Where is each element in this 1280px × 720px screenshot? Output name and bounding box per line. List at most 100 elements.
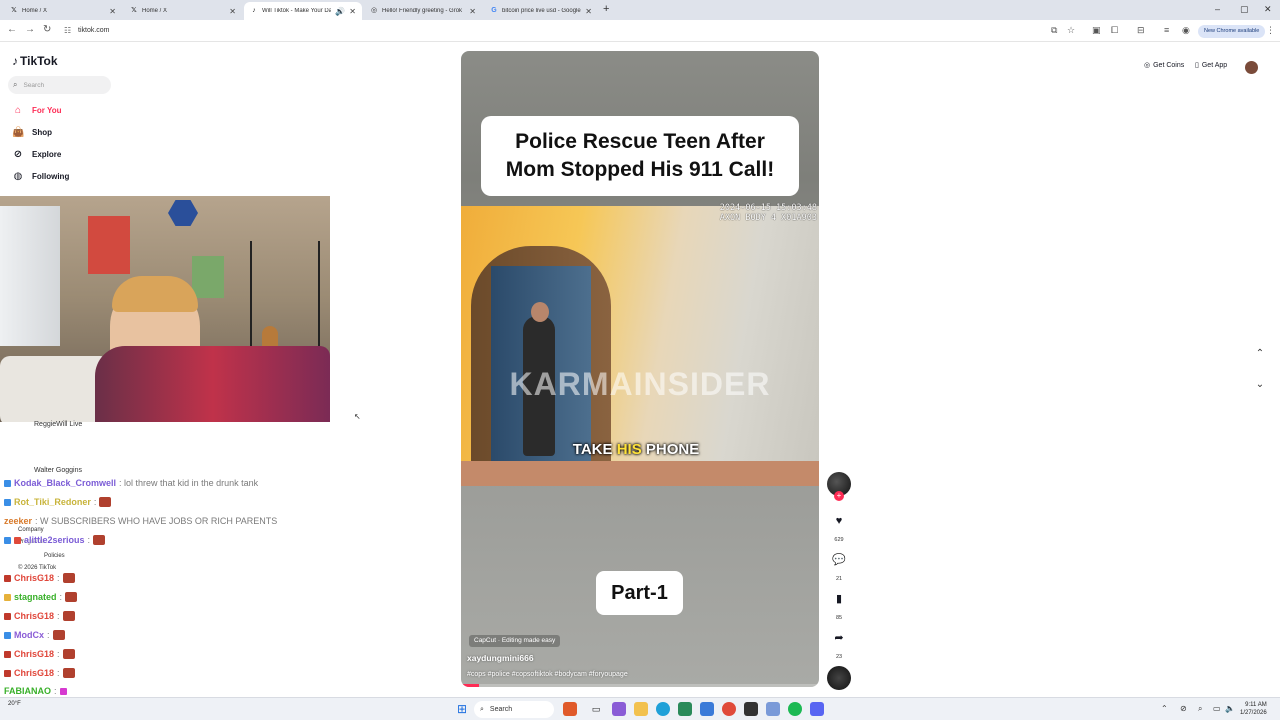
speaker-icon[interactable]: 🔊 [335,7,345,16]
network-icon[interactable]: ▭ [1213,704,1221,713]
taskbar-clock[interactable]: 9:11 AM 1/27/2026 [1240,701,1267,717]
browser-tab[interactable]: 𝕏 Home / X ✕ [124,2,242,20]
cam-shelf [250,241,320,361]
nav-item-explore[interactable]: ⊘ Explore [12,149,62,160]
nav-label: Explore [32,150,62,159]
new-chrome-available-button[interactable]: New Chrome available [1198,25,1266,38]
reload-icon[interactable]: ↻ [43,24,51,35]
forward-arrow-icon[interactable]: → [25,24,35,35]
music-disc-icon[interactable] [827,666,851,690]
next-video-chevron-down-icon[interactable]: ⌄ [1251,376,1269,394]
close-tab-icon[interactable]: ✕ [109,7,116,16]
suggested-account-walter[interactable]: Walter Goggins [34,467,82,474]
like-heart-icon[interactable]: ♥ [830,512,848,530]
task-view-icon[interactable]: ▭ [589,702,603,716]
follow-plus-icon[interactable]: + [834,491,844,501]
copilot-icon[interactable] [612,702,626,716]
chat-text: : [59,592,63,602]
browser-menu-icon[interactable]: ⋮ [1266,25,1275,36]
chrome-icon[interactable] [722,702,736,716]
chat-message: ChrisG18 : [4,573,75,583]
edge-browser-icon[interactable] [656,702,670,716]
close-tab-icon[interactable]: ✕ [229,7,236,16]
tiktok-logo[interactable]: ♪ TikTok [12,54,58,68]
maximize-icon[interactable]: ▢ [1240,4,1249,15]
browser-tab[interactable]: G bitcoin price live usd - Google ✕ [484,2,598,20]
comment-bubble-icon[interactable]: 💬 [830,551,848,569]
like-count: 629 [834,537,844,543]
suggested-account-reggie[interactable]: ReggieWill Live [34,421,82,428]
back-arrow-icon[interactable]: ← [7,24,17,35]
minimize-icon[interactable]: – [1215,4,1220,14]
tab-title: Will Tiktok - Make Your Day [262,8,332,14]
store-icon[interactable] [678,702,692,716]
browser-tab[interactable]: ◎ Hello! Friendly greeting - Grok ✕ [364,2,482,20]
browser-tab[interactable]: 𝕏 Home / X ✕ [4,2,122,20]
video-progress-fill [461,684,479,687]
windows-start-icon[interactable]: ⊞ [455,702,469,716]
video-player[interactable]: Police Rescue Teen After Mom Stopped His… [461,51,819,687]
window-close-icon[interactable]: ✕ [1264,4,1272,15]
split-view-icon[interactable]: ⊟ [1137,25,1145,36]
nav-item-shop[interactable]: 👜 Shop [12,127,52,138]
obs-icon[interactable] [744,702,758,716]
search-icon: ⌕ [13,80,18,89]
cam-hair [112,276,198,312]
new-tab-plus-icon[interactable]: + [603,3,609,15]
previous-video-chevron-up-icon[interactable]: ⌃ [1251,345,1269,363]
tab-title: Home / X [22,8,48,14]
site-info-icon[interactable]: ☷ [64,26,71,35]
profile-icon[interactable]: ◉ [1182,25,1190,36]
tray-mic-icon[interactable]: ⌕ [1198,704,1202,714]
volume-icon[interactable]: 🔈 [1225,704,1235,713]
tray-chevron-icon[interactable]: ⌃ [1161,704,1168,713]
footer-policies-link[interactable]: Policies [44,553,65,559]
app-icon[interactable] [766,702,780,716]
taskbar-search[interactable]: ⌕ Search [474,701,554,718]
spotify-icon[interactable] [788,702,802,716]
chat-text: : [54,686,57,696]
widget-app-icon[interactable] [563,702,577,716]
browser-tab-active[interactable]: ♪ Will Tiktok - Make Your Day 🔊 ✕ [244,2,362,20]
share-arrow-icon[interactable]: ➦ [830,629,848,647]
close-tab-icon[interactable]: ✕ [349,7,356,16]
caption-word-highlight: HIS [616,441,642,458]
mail-icon[interactable] [700,702,714,716]
tab-title: bitcoin price live usd - Google [502,8,581,14]
search-input[interactable]: ⌕ Search [8,76,111,94]
get-coins-button[interactable]: ◎ Get Coins [1144,61,1184,70]
google-icon: G [491,7,497,14]
cam-poster [192,256,224,298]
discord-icon[interactable] [810,702,824,716]
get-app-button[interactable]: ▯ Get App [1195,61,1227,70]
install-app-icon[interactable]: ⧉ [1051,25,1057,36]
search-placeholder: Search [23,81,45,89]
user-avatar[interactable] [1245,61,1258,74]
weather-temp: 20°F [8,701,21,707]
tab-title: Hello! Friendly greeting - Grok [382,8,463,14]
capcut-tag[interactable]: CapCut · Editing made easy [469,635,561,647]
video-progress-bar[interactable] [461,684,819,687]
extensions-puzzle-icon[interactable]: ⧠ [1111,25,1118,36]
shop-bag-icon: 👜 [12,127,25,138]
video-author[interactable]: xaydungmini666 [467,653,534,663]
close-tab-icon[interactable]: ✕ [585,7,592,16]
media-control-icon[interactable]: ≡ [1164,25,1169,35]
bookmark-star-icon[interactable]: ☆ [1067,25,1075,36]
tray-app-icon[interactable]: ⊘ [1180,704,1187,713]
chat-message: zeeker : W SUBSCRIBERS WHO HAVE JOBS OR … [4,516,277,526]
close-tab-icon[interactable]: ✕ [469,7,476,16]
url-field[interactable]: tiktok.com [78,27,110,34]
file-explorer-icon[interactable] [634,702,648,716]
chat-badge-icon [4,593,11,601]
bookmark-icon[interactable]: ▮ [830,590,848,608]
video-hashtags[interactable]: #cops #police #copsoftiktok #bodycam #fo… [467,671,628,678]
video-headline-line1: Police Rescue Teen After [515,130,765,153]
chat-badge-icon [4,669,11,677]
extension-icon[interactable]: ▣ [1092,25,1101,36]
nav-item-for-you[interactable]: ⌂ For You [12,105,62,116]
footer-company-link[interactable]: Company [18,527,44,533]
weather-widget[interactable]: 20°F [8,701,21,707]
nav-item-following[interactable]: ◍ Following [12,171,70,182]
bodycam-timestamp: 2024-06-15 15:03:48 AXON BODY 4 X01A903 [720,203,817,223]
